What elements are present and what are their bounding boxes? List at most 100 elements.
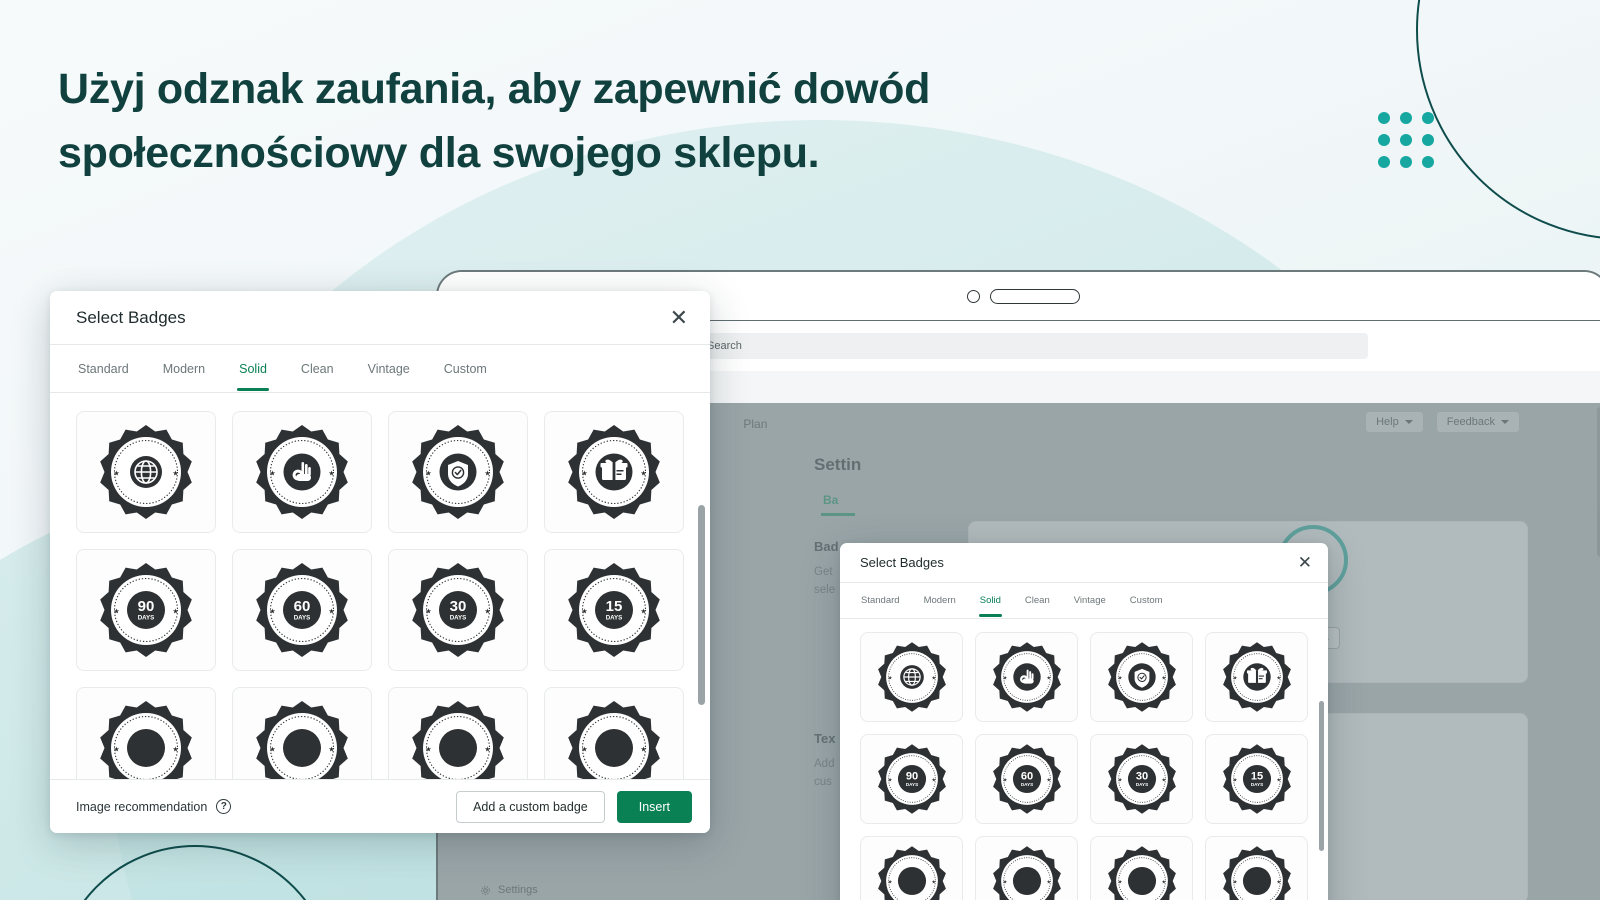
- badge-option-worldwide-shipping[interactable]: WORLDWIDESHIPPING ★ ★: [76, 411, 216, 533]
- svg-text:★: ★: [1046, 879, 1051, 885]
- close-icon[interactable]: ✕: [670, 306, 688, 329]
- svg-text:★: ★: [484, 745, 490, 753]
- tab-solid[interactable]: Solid: [978, 585, 1003, 617]
- svg-text:A: A: [1025, 796, 1029, 802]
- help-dropdown[interactable]: Help: [1365, 411, 1424, 433]
- dialog-footer: Image recommendation ? Add a custom badg…: [50, 779, 710, 833]
- tab-vintage[interactable]: Vintage: [1073, 585, 1107, 616]
- tab-standard[interactable]: Standard: [76, 348, 131, 390]
- svg-text:★: ★: [1232, 777, 1237, 783]
- badge-grid-scroll-area[interactable]: WORLDWIDESHIPPING ★ ★ TOPQUALITY ★ ★ S S…: [50, 393, 710, 779]
- badge-icon-money-back-90: MONE Y BACKGUA R A N TEE ★ ★ 90 DAYS: [877, 744, 946, 814]
- decorative-dot-grid-icon: [1378, 112, 1434, 168]
- svg-text:L: L: [1025, 694, 1028, 700]
- dialog-title: Select Badges: [76, 307, 186, 327]
- badge-grid-scrollbar[interactable]: [1319, 701, 1324, 851]
- tab-custom[interactable]: Custom: [1129, 585, 1164, 616]
- question-mark-icon[interactable]: ?: [216, 799, 232, 814]
- search-input[interactable]: Search: [678, 333, 1368, 359]
- badge-option-money-back-15[interactable]: MONEYBACKGUARANTEE ★ ★ 15 DAYS: [1205, 734, 1308, 824]
- svg-text:★: ★: [1161, 777, 1166, 783]
- badge-option-ssl-secure[interactable]: SSLSECURE ★ ★: [1090, 632, 1193, 722]
- select-badges-dialog-inner: Select Badges ✕ Standard Modern Solid Clean…: [840, 543, 1328, 900]
- section-text-title: Tex: [814, 731, 836, 746]
- tab-standard[interactable]: Standard: [860, 585, 901, 616]
- svg-text:★: ★: [1276, 879, 1281, 885]
- tab-plan[interactable]: Plan: [743, 417, 767, 431]
- svg-text:★: ★: [640, 607, 646, 615]
- badge-option-money-back-row3-a[interactable]: MONEYBACK ★ ★: [76, 687, 216, 779]
- badge-grid-scrollbar[interactable]: [698, 505, 705, 705]
- svg-text:★: ★: [484, 469, 490, 477]
- badge-option-made-in[interactable]: MADEIN ★ ★: [388, 687, 528, 779]
- badge-grid: WORLDWIDESHIPPING ★ ★ TOPQUALITY ★ ★ S S…: [76, 411, 684, 779]
- badge-option-money-back-row3-b[interactable]: MONEYBACK ★ ★: [232, 687, 372, 779]
- feedback-label: Feedback: [1446, 416, 1495, 428]
- image-recommendation: Image recommendation ?: [76, 799, 232, 814]
- tab-clean[interactable]: Clean: [1024, 585, 1051, 616]
- badge-option-lifetime[interactable]: LIFETIME ★ ★: [544, 687, 684, 779]
- svg-text:A: A: [1140, 796, 1144, 802]
- badge-option-money-back-30[interactable]: MONEYBACKGUARANTEE ★ ★ 30 DAYS: [1090, 734, 1193, 824]
- badge-option-special-offer[interactable]: SPECIALOFFER ★ ★: [544, 411, 684, 533]
- svg-text:★: ★: [1002, 879, 1007, 885]
- sidebar-item-settings-label: Settings: [498, 884, 538, 896]
- svg-text:★: ★: [269, 607, 275, 615]
- svg-text:★: ★: [328, 469, 334, 477]
- svg-text:15: 15: [1250, 771, 1262, 783]
- gear-icon: [481, 885, 490, 895]
- tab-clean[interactable]: Clean: [299, 348, 336, 390]
- svg-text:DAYS: DAYS: [138, 615, 155, 622]
- add-custom-badge-button[interactable]: Add a custom badge: [456, 790, 605, 823]
- badge-option-top-quality[interactable]: TOPQUALITY ★ ★: [975, 632, 1078, 722]
- svg-text:E: E: [456, 718, 461, 725]
- close-icon[interactable]: ✕: [1298, 554, 1312, 571]
- badge-option-money-back-30[interactable]: MONEYBACKGUARANTEE ★ ★ 30 DAYS: [388, 549, 528, 671]
- badge-grid-scroll-area[interactable]: WORLDWIDESHIPPING ★ ★ TOPQUALITY ★ ★ S S…: [840, 619, 1328, 900]
- badge-option-worldwide-shipping[interactable]: WORLDWIDESHIPPING ★ ★: [860, 632, 963, 722]
- svg-text:★: ★: [887, 675, 892, 681]
- badge-icon-worldwide-shipping: WOR L D W IDESH I P P I NG ★ ★: [877, 642, 946, 712]
- badge-icon-money-back-row3-b: MONE Y BACK ★ ★: [256, 701, 348, 779]
- svg-text:A: A: [144, 633, 149, 640]
- badge-option-money-back-row3-b[interactable]: MONEYBACK ★ ★: [975, 836, 1078, 900]
- select-badges-dialog-main: Select Badges ✕ Standard Modern Solid Clean…: [50, 291, 710, 833]
- svg-text:★: ★: [113, 607, 119, 615]
- tab-modern[interactable]: Modern: [923, 585, 957, 616]
- tab-modern[interactable]: Modern: [161, 348, 207, 390]
- chevron-down-icon: [1501, 420, 1509, 424]
- badge-option-money-back-90[interactable]: MONEYBACKGUARANTEE ★ ★ 90 DAYS: [76, 549, 216, 671]
- svg-text:★: ★: [640, 745, 646, 753]
- tab-custom[interactable]: Custom: [442, 348, 489, 390]
- badge-option-special-offer[interactable]: SPECIALOFFER ★ ★: [1205, 632, 1308, 722]
- svg-text:★: ★: [172, 607, 178, 615]
- svg-text:30: 30: [1135, 771, 1147, 783]
- tab-solid[interactable]: Solid: [237, 348, 269, 391]
- svg-text:DAYS: DAYS: [1250, 782, 1262, 787]
- badge-option-made-in[interactable]: MADEIN ★ ★: [1090, 836, 1193, 900]
- badge-option-lifetime[interactable]: LIFETIME ★ ★: [1205, 836, 1308, 900]
- svg-text:★: ★: [887, 879, 892, 885]
- badge-icon-money-back-30: MONE Y BACKGUA R A N TEE ★ ★ 30 DAYS: [1107, 744, 1176, 814]
- badge-icon-lifetime: LIF E T IME ★ ★: [568, 701, 660, 779]
- svg-text:★: ★: [1161, 879, 1166, 885]
- svg-text:A: A: [456, 633, 461, 640]
- svg-text:L: L: [300, 495, 304, 502]
- insert-button[interactable]: Insert: [616, 790, 692, 823]
- badge-option-ssl-secure[interactable]: SSLSECURE ★ ★: [388, 411, 528, 533]
- svg-text:★: ★: [581, 745, 587, 753]
- svg-text:★: ★: [172, 469, 178, 477]
- settings-subtab-badges[interactable]: Ba: [823, 493, 838, 507]
- badge-icon-money-back-row3-a: MONE Y BACK ★ ★: [100, 701, 192, 779]
- badge-option-money-back-15[interactable]: MONEYBACKGUARANTEE ★ ★ 15 DAYS: [544, 549, 684, 671]
- badge-option-money-back-row3-a[interactable]: MONEYBACK ★ ★: [860, 836, 963, 900]
- feedback-dropdown[interactable]: Feedback: [1435, 411, 1520, 433]
- tab-vintage[interactable]: Vintage: [366, 348, 412, 390]
- svg-text:★: ★: [1276, 777, 1281, 783]
- sidebar-item-settings[interactable]: Settings: [480, 884, 538, 896]
- svg-text:D: D: [910, 655, 914, 661]
- badge-option-money-back-90[interactable]: MONEYBACKGUARANTEE ★ ★ 90 DAYS: [860, 734, 963, 824]
- badge-option-top-quality[interactable]: TOPQUALITY ★ ★: [232, 411, 372, 533]
- badge-option-money-back-60[interactable]: MONEYBACKGUARANTEE ★ ★ 60 DAYS: [232, 549, 372, 671]
- badge-option-money-back-60[interactable]: MONEYBACKGUARANTEE ★ ★ 60 DAYS: [975, 734, 1078, 824]
